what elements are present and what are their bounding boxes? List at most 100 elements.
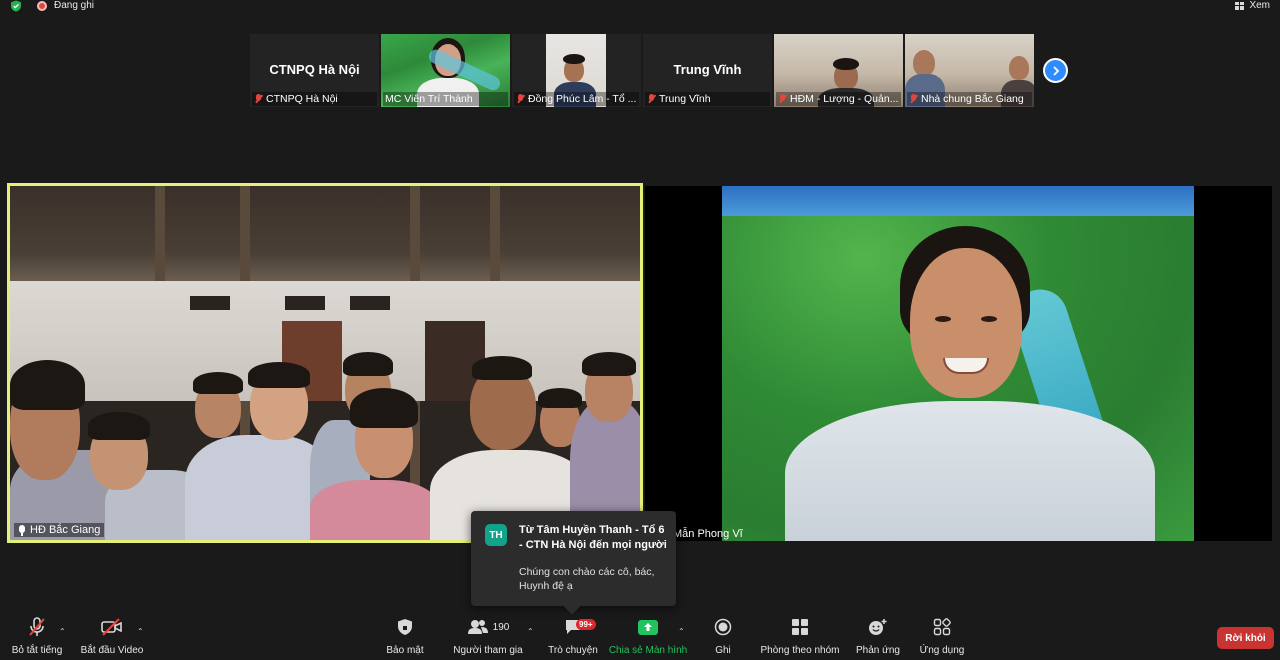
participant-label: Đồng Phúc Lâm - Tổ ... <box>514 92 639 106</box>
participant-label: CTNPQ Hà Nội <box>252 92 377 106</box>
breakout-rooms-icon <box>792 619 808 635</box>
virtual-background-sky <box>722 186 1194 216</box>
breakout-rooms-label: Phòng theo nhóm <box>760 645 840 656</box>
chevron-up-icon[interactable]: ⌃ <box>527 627 534 636</box>
people-icon <box>467 620 488 634</box>
shield-icon <box>398 619 412 635</box>
record-icon <box>714 618 732 636</box>
apps-button[interactable]: Ứng dụng <box>916 615 968 660</box>
chat-message: Chúng con chào các cô, bác, Huynh đệ ạ <box>519 566 655 592</box>
chat-label: Trò chuyện <box>548 645 598 656</box>
record-icon <box>37 1 47 11</box>
participant-label: HĐM - Lượng - Quản... <box>776 92 901 106</box>
participant-label: Trung Vĩnh <box>645 92 770 106</box>
video-window <box>285 296 325 310</box>
video-window <box>350 296 390 310</box>
participant-face <box>435 44 461 76</box>
leave-button[interactable]: Rời khỏi <box>1217 627 1274 649</box>
meeting-toolbar: Bỏ tắt tiếng ⌃ Bắt đầu Video ⌃ Bảo mật 1… <box>0 615 1280 660</box>
person-hair <box>10 360 85 410</box>
security-button[interactable]: Bảo mật <box>380 615 430 660</box>
recording-label: Đang ghi <box>54 0 95 11</box>
mute-button[interactable]: Bỏ tắt tiếng <box>8 615 66 660</box>
person-body <box>310 480 440 540</box>
video-name: Mẫn Phong Vĩ <box>673 528 743 540</box>
participants-button[interactable]: 190 Người tham gia <box>452 615 524 660</box>
participant-tile[interactable]: Trung Vĩnh Trung Vĩnh <box>643 34 772 107</box>
main-video-left[interactable]: HĐ Bắc Giang <box>7 183 643 543</box>
video-crowd <box>10 340 640 540</box>
participants-label: Người tham gia <box>453 645 523 656</box>
speaker-eye <box>935 316 951 322</box>
microphone-muted-icon <box>29 617 45 636</box>
participant-name: Nhà chung Bắc Giang <box>921 93 1024 105</box>
chat-sender: Từ Tâm Huyền Thanh - Tổ 6 - CTN Hà Nội đ… <box>519 524 667 551</box>
chat-notification-popup[interactable]: TH Từ Tâm Huyền Thanh - Tổ 6 - CTN Hà Nộ… <box>471 511 676 606</box>
mic-muted-icon <box>516 94 525 104</box>
reactions-button[interactable]: Phản ứng <box>854 615 902 660</box>
mic-muted-icon <box>778 94 787 104</box>
start-video-label: Bắt đầu Video <box>80 645 144 656</box>
video-off-icon <box>101 618 122 636</box>
participant-tile[interactable]: Nhà chung Bắc Giang <box>905 34 1034 107</box>
video-ceiling <box>10 186 640 281</box>
participant-tile[interactable]: Đồng Phúc Lâm - Tổ ... <box>512 34 641 107</box>
speaker-face <box>910 248 1022 398</box>
video-name: HĐ Bắc Giang <box>30 524 101 536</box>
shield-check-icon[interactable] <box>10 0 22 12</box>
person-hair <box>248 362 310 388</box>
mic-muted-icon <box>909 94 918 104</box>
participant-label: Nhà chung Bắc Giang <box>907 92 1032 106</box>
participant-tile[interactable]: CTNPQ Hà Nội CTNPQ Hà Nội <box>250 34 379 107</box>
person-hair <box>193 372 243 394</box>
grid-view-icon <box>1235 1 1245 10</box>
view-button[interactable]: Xem <box>1235 0 1270 11</box>
smiley-plus-icon <box>869 619 887 635</box>
participant-strip: CTNPQ Hà Nội CTNPQ Hà Nội MC Viên Trí Th… <box>250 34 1034 107</box>
mic-muted-icon <box>647 94 656 104</box>
video-beam <box>155 186 165 281</box>
participants-count: 190 <box>492 621 510 633</box>
participant-tile[interactable]: HĐM - Lượng - Quản... <box>774 34 903 107</box>
video-window <box>190 296 230 310</box>
participant-tile[interactable]: MC Viên Trí Thành <box>381 34 510 107</box>
participant-face <box>913 50 935 76</box>
speaker-eye <box>981 316 997 322</box>
avatar: TH <box>485 524 507 546</box>
next-page-arrow-icon[interactable] <box>1043 58 1068 83</box>
participant-name: HĐM - Lượng - Quản... <box>790 93 899 105</box>
mute-label: Bỏ tắt tiếng <box>11 645 63 656</box>
participant-name-display: CTNPQ Hà Nội <box>269 62 360 77</box>
participant-name: Đồng Phúc Lâm - Tổ ... <box>528 93 637 105</box>
participant-hair <box>833 58 859 70</box>
start-video-button[interactable]: Bắt đầu Video <box>80 615 144 660</box>
security-label: Bảo mật <box>386 645 424 656</box>
share-screen-icon <box>638 619 658 635</box>
participant-hair <box>563 54 585 64</box>
person-hair <box>350 388 418 428</box>
participant-name: MC Viên Trí Thành <box>385 93 473 105</box>
person-hair <box>538 388 582 408</box>
participant-face <box>1009 56 1029 80</box>
record-label: Ghi <box>715 645 731 656</box>
chevron-up-icon[interactable]: ⌃ <box>137 627 144 636</box>
view-label: Xem <box>1249 0 1270 11</box>
participant-name: CTNPQ Hà Nội <box>266 93 338 105</box>
video-name-label: HĐ Bắc Giang <box>14 523 105 537</box>
participant-name-display: Trung Vĩnh <box>673 62 742 77</box>
record-button[interactable]: Ghi <box>708 615 738 660</box>
mic-muted-icon <box>254 94 263 104</box>
breakout-rooms-button[interactable]: Phòng theo nhóm <box>758 615 842 660</box>
main-video-right[interactable]: Mẫn Phong Vĩ <box>645 186 1272 541</box>
chevron-up-icon[interactable]: ⌃ <box>59 627 66 636</box>
chat-button[interactable]: 99+ Trò chuyện <box>545 615 601 660</box>
microphone-icon <box>18 524 26 536</box>
participant-name: Trung Vĩnh <box>659 93 711 105</box>
apps-label: Ứng dụng <box>919 645 965 656</box>
chevron-up-icon[interactable]: ⌃ <box>678 627 685 636</box>
reactions-label: Phản ứng <box>856 645 900 656</box>
share-screen-label: Chia sẻ Màn hình <box>608 645 688 656</box>
speaker-shirt <box>785 401 1155 541</box>
person-hair <box>472 356 532 380</box>
share-screen-button[interactable]: Chia sẻ Màn hình <box>608 615 688 660</box>
